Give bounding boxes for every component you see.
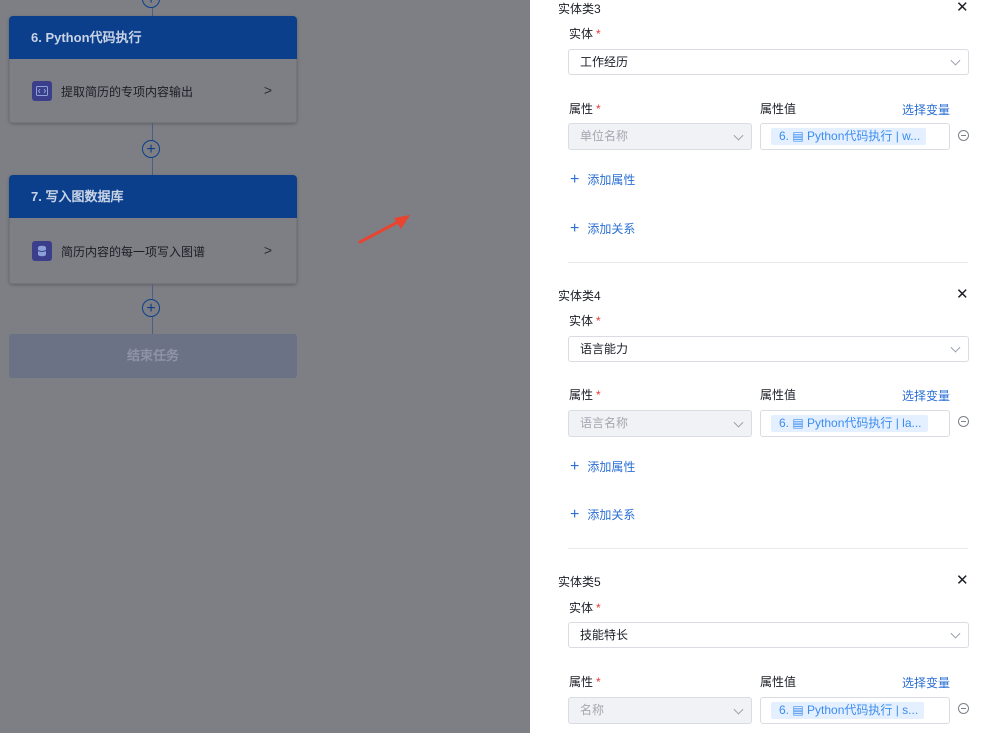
- entity-select[interactable]: 技能特长: [568, 622, 969, 648]
- attribute-value-label: 属性值: [760, 675, 797, 689]
- close-icon[interactable]: ✕: [956, 287, 969, 302]
- add-step-button[interactable]: +: [142, 0, 160, 8]
- node-description: 提取简历的专项内容输出: [61, 85, 194, 99]
- node-title: 6. Python代码执行: [9, 16, 297, 59]
- attribute-label: 属性 *: [569, 388, 601, 402]
- end-task-button[interactable]: 结束任务: [9, 334, 297, 378]
- workflow-canvas: + 6. Python代码执行 提取简历的专项内容输出 > + 7. 写入图数据…: [0, 0, 530, 733]
- entity-config-drawer: 实体类3 ✕ 实体 * 工作经历 属性 * 属性值 选择变量 单位名称 6. ▤ P…: [530, 0, 991, 733]
- chevron-right-icon[interactable]: >: [264, 82, 272, 98]
- chevron-down-icon: [733, 417, 744, 428]
- code-icon: [32, 81, 52, 101]
- attribute-label: 属性 *: [569, 675, 601, 689]
- chevron-down-icon: [733, 704, 744, 715]
- add-relation-button[interactable]: + 添加关系: [570, 506, 635, 523]
- select-variable-link[interactable]: 选择变量: [902, 387, 950, 404]
- select-variable-link[interactable]: 选择变量: [902, 101, 950, 118]
- chevron-right-icon[interactable]: >: [264, 242, 272, 258]
- remove-attribute-icon[interactable]: [958, 703, 969, 714]
- remove-attribute-icon[interactable]: [958, 130, 969, 141]
- divider: [568, 548, 968, 549]
- attribute-value-field[interactable]: 6. ▤ Python代码执行 | la...: [760, 410, 950, 437]
- chevron-down-icon: [950, 628, 961, 639]
- chevron-down-icon: [950, 55, 961, 66]
- attribute-value-field[interactable]: 6. ▤ Python代码执行 | w...: [760, 123, 950, 150]
- attribute-value-label: 属性值: [760, 388, 797, 402]
- section-title: 实体类4: [558, 289, 601, 303]
- select-variable-link[interactable]: 选择变量: [902, 674, 950, 691]
- attribute-value-field[interactable]: 6. ▤ Python代码执行 | s...: [760, 697, 950, 724]
- plus-icon: +: [570, 457, 580, 475]
- node-description: 简历内容的每一项写入图谱: [61, 245, 206, 259]
- variable-tag[interactable]: 6. ▤ Python代码执行 | la...: [771, 415, 928, 432]
- section-title: 实体类3: [558, 2, 601, 16]
- entity-label: 实体 *: [569, 314, 601, 328]
- close-icon[interactable]: ✕: [956, 573, 969, 588]
- workflow-node-python[interactable]: 6. Python代码执行 提取简历的专项内容输出 >: [9, 16, 297, 123]
- variable-tag[interactable]: 6. ▤ Python代码执行 | s...: [771, 702, 925, 719]
- attribute-select[interactable]: 单位名称: [568, 123, 752, 150]
- plus-icon: +: [570, 219, 580, 237]
- add-attribute-button[interactable]: + 添加属性: [570, 458, 635, 475]
- node-title: 7. 写入图数据库: [9, 175, 297, 218]
- entity-select[interactable]: 语言能力: [568, 336, 969, 362]
- divider: [568, 262, 968, 263]
- attribute-label: 属性 *: [569, 102, 601, 116]
- add-relation-button[interactable]: + 添加关系: [570, 220, 635, 237]
- plus-icon: +: [570, 170, 580, 188]
- add-attribute-button[interactable]: + 添加属性: [570, 171, 635, 188]
- pointer-arrow-icon: [358, 215, 410, 244]
- attribute-select[interactable]: 语言名称: [568, 410, 752, 437]
- database-icon: [32, 241, 52, 261]
- entity-label: 实体 *: [569, 27, 601, 41]
- attribute-select[interactable]: 名称: [568, 697, 752, 724]
- attribute-value-label: 属性值: [760, 102, 797, 116]
- entity-label: 实体 *: [569, 601, 601, 615]
- add-step-button[interactable]: +: [142, 140, 160, 158]
- remove-attribute-icon[interactable]: [958, 416, 969, 427]
- close-icon[interactable]: ✕: [956, 0, 969, 15]
- entity-select[interactable]: 工作经历: [568, 49, 969, 75]
- chevron-down-icon: [733, 130, 744, 141]
- add-step-button[interactable]: +: [142, 299, 160, 317]
- workflow-node-graph-db[interactable]: 7. 写入图数据库 简历内容的每一项写入图谱 >: [9, 175, 297, 284]
- chevron-down-icon: [950, 342, 961, 353]
- variable-tag[interactable]: 6. ▤ Python代码执行 | w...: [771, 128, 927, 145]
- section-title: 实体类5: [558, 575, 601, 589]
- plus-icon: +: [570, 505, 580, 523]
